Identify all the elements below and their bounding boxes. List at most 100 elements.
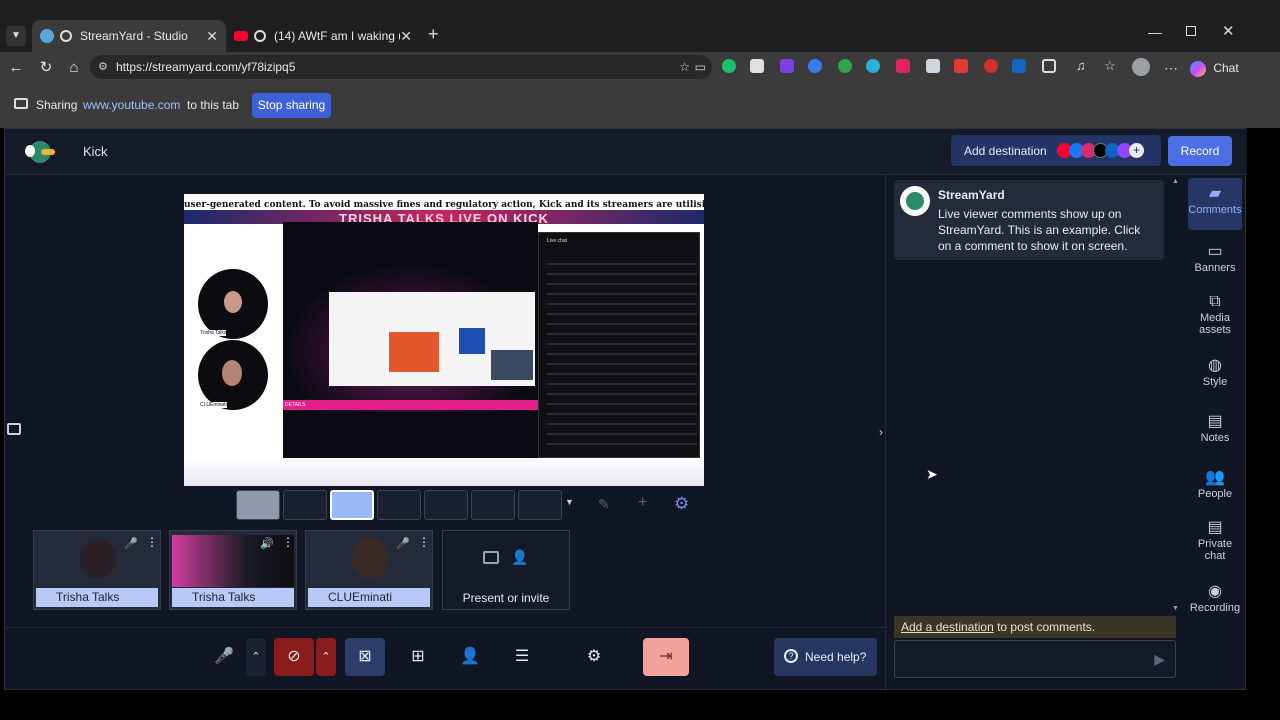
sidebar-item-people[interactable]: 👥 People	[1188, 470, 1242, 501]
screen-share-icon	[14, 98, 28, 109]
reload-icon[interactable]: ↻	[36, 58, 56, 78]
sidebar-item-private-chat[interactable]: ▤ Private chat	[1188, 520, 1242, 563]
restore-icon[interactable]	[1186, 26, 1196, 36]
live-chat-overlay: Live chat	[538, 232, 700, 458]
comment-input[interactable]: ▶	[894, 640, 1176, 678]
add-destination-label: Add destination	[964, 144, 1047, 158]
share-screen-button[interactable]: ⊞	[398, 638, 438, 676]
camera-off-button[interactable]: ⊘	[274, 638, 314, 676]
speaker-icon[interactable]: 🔊	[260, 537, 274, 550]
layout-small-button[interactable]	[471, 490, 515, 520]
layout-dropdown-icon[interactable]: ▼	[565, 497, 574, 507]
home-icon[interactable]: ⌂	[64, 58, 84, 78]
copilot-chat-button[interactable]: Chat	[1190, 58, 1239, 78]
media-icon: ⧉	[1209, 293, 1221, 310]
left-panel-toggle-icon[interactable]	[7, 423, 21, 435]
close-window-icon[interactable]: ✕	[1222, 22, 1235, 40]
layout-sidebar-button[interactable]	[330, 490, 374, 520]
extension-icon[interactable]	[780, 59, 794, 73]
close-tab-icon[interactable]: ✕	[400, 28, 412, 45]
extension-icon[interactable]	[866, 59, 880, 73]
layout-wide-button[interactable]	[518, 490, 562, 520]
url-field[interactable]: ⚙ https://streamyard.com/yf78izipq5 ☆ ▭	[90, 55, 712, 79]
participant-name: Trisha Talks	[36, 588, 158, 607]
tab-youtube[interactable]: (14) AWtF am I waking up to? ✕	[226, 20, 420, 52]
sidebar-item-notes[interactable]: ▤ Notes	[1188, 414, 1242, 445]
sidebar-item-banners[interactable]: ▭ Banners	[1188, 243, 1242, 275]
sidebar-item-style[interactable]: ◍ Style	[1188, 358, 1242, 389]
tab-search-button[interactable]: ▼	[6, 26, 26, 46]
send-icon[interactable]: ▶	[1154, 651, 1165, 668]
extension-icon[interactable]	[954, 59, 968, 73]
stop-sharing-button[interactable]: Stop sharing	[252, 93, 331, 118]
camera-options-chevron-icon[interactable]: ⌃	[316, 638, 336, 676]
layout-solo-button[interactable]	[236, 490, 280, 520]
profile-avatar[interactable]	[1132, 58, 1150, 76]
extension-icon[interactable]	[750, 59, 764, 73]
present-or-invite-tile[interactable]: 👤 Present or invite	[442, 530, 570, 610]
layout-group-button[interactable]	[377, 490, 421, 520]
more-options-icon[interactable]: ⋮	[418, 535, 430, 549]
comment-author: StreamYard	[938, 188, 1005, 202]
minimize-icon[interactable]: —	[1148, 24, 1162, 40]
mic-icon[interactable]: 🎤	[124, 537, 138, 550]
media-control-icon[interactable]: ♫	[1076, 59, 1090, 73]
participant-tile[interactable]: 🎤 ⋮ CLUEminati	[305, 530, 433, 610]
edit-layout-icon[interactable]: ✎	[598, 496, 610, 513]
comment-card[interactable]: StreamYard Live viewer comments show up …	[894, 180, 1164, 260]
extension-icon[interactable]	[722, 59, 736, 73]
notes-button[interactable]: ☰	[502, 638, 542, 676]
shared-site-link[interactable]: www.youtube.com	[83, 98, 180, 112]
more-menu-icon[interactable]: ⋯	[1164, 60, 1178, 77]
leave-studio-button[interactable]: ⇥	[643, 638, 689, 676]
favorite-star-icon[interactable]: ☆	[679, 55, 690, 79]
record-button[interactable]: Record	[1168, 136, 1232, 166]
more-options-icon[interactable]: ⋮	[282, 535, 294, 549]
sidebar-item-label: Banners	[1194, 262, 1236, 274]
mic-options-chevron-icon[interactable]: ⌃	[246, 638, 266, 676]
avatar	[224, 291, 242, 313]
close-tab-icon[interactable]: ✕	[206, 28, 218, 45]
comments-scrollbar[interactable]: ▲ ▼	[1172, 178, 1180, 612]
sidebar-item-media-assets[interactable]: ⧉ Media assets	[1188, 293, 1242, 337]
participant-tile[interactable]: 🔊 ⋮ Trisha Talks	[169, 530, 297, 610]
back-icon[interactable]: ←	[6, 58, 26, 78]
add-layout-icon[interactable]: +	[638, 494, 647, 512]
extension-icon[interactable]	[926, 59, 940, 73]
layout-thin-button[interactable]	[283, 490, 327, 520]
more-options-icon[interactable]: ⋮	[146, 535, 158, 549]
hide-self-button[interactable]: ⊠	[345, 638, 385, 676]
extensions-puzzle-icon[interactable]	[1042, 59, 1056, 73]
panel-divider	[885, 175, 886, 691]
cast-icon[interactable]: ▭	[695, 55, 706, 79]
extension-icon[interactable]	[1012, 59, 1026, 73]
favorites-icon[interactable]: ☆	[1104, 59, 1118, 73]
details-text: DETAILS	[285, 402, 306, 408]
extension-icon[interactable]	[808, 59, 822, 73]
extension-icon[interactable]	[896, 59, 910, 73]
collapse-panel-icon[interactable]: ›	[879, 425, 883, 439]
add-destination-notice: Add a destination to post comments.	[894, 616, 1176, 638]
invite-guest-button[interactable]: 👤	[450, 638, 490, 676]
settings-gear-icon[interactable]: ⚙	[574, 638, 614, 676]
sidebar-item-recording[interactable]: ◉ Recording	[1188, 584, 1242, 615]
add-destination-link[interactable]: Add a destination	[901, 620, 994, 634]
banner-icon: ▭	[1207, 243, 1223, 260]
tab-title: (14) AWtF am I waking up to?	[274, 29, 400, 43]
layout-blank-button[interactable]	[424, 490, 468, 520]
layout-settings-gear-icon[interactable]: ⚙	[674, 494, 689, 514]
broadcast-title[interactable]: Kick	[83, 144, 108, 159]
extension-icon[interactable]	[838, 59, 852, 73]
comment-text: Live viewer comments show up on StreamYa…	[938, 207, 1141, 253]
participant-tile[interactable]: 🎤 ⋮ Trisha Talks	[33, 530, 161, 610]
tab-title: StreamYard - Studio	[80, 29, 188, 43]
need-help-button[interactable]: ? Need help?	[774, 638, 877, 676]
new-tab-button[interactable]: +	[428, 24, 439, 45]
add-destination-button[interactable]: Add destination +	[951, 135, 1161, 166]
microphone-button[interactable]: 🎤	[204, 638, 244, 676]
mic-icon[interactable]: 🎤	[396, 537, 410, 550]
broadcast-stage[interactable]: user-generated content. To avoid massive…	[184, 194, 704, 486]
sidebar-item-comments[interactable]: ▰ Comments	[1188, 186, 1242, 217]
extension-icon[interactable]	[984, 59, 998, 73]
tab-streamyard[interactable]: StreamYard - Studio ✕	[32, 20, 226, 52]
